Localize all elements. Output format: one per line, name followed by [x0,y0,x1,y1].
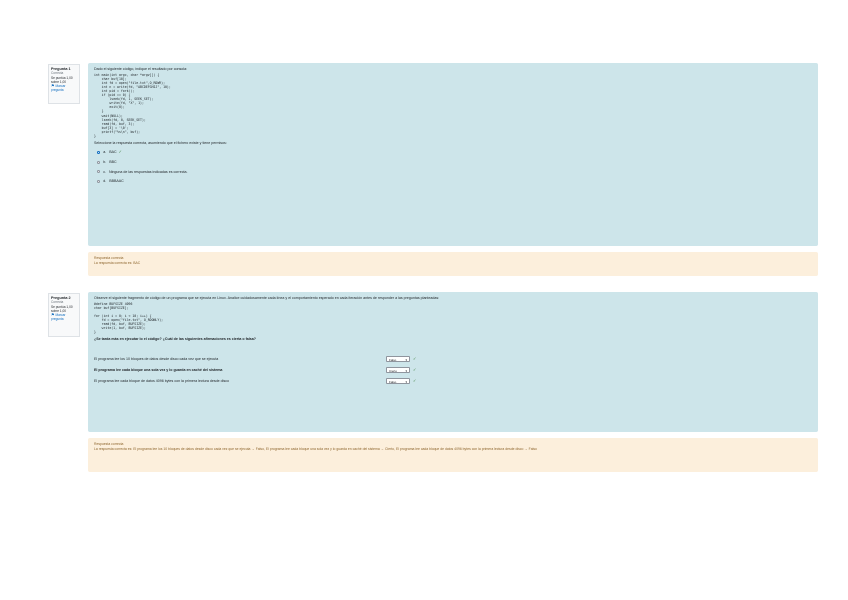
feedback-right-answer: La respuesta correcta es: BAC [94,260,141,265]
correct-check-icon: ✓ [413,367,417,373]
question-2-formulation: Observe el siguiente fragmento de código… [88,292,818,432]
answer-radio[interactable] [97,160,101,164]
question-2-match-rows: El programa lee los 10 bloques de datos … [94,356,812,385]
match-row: El programa lee los 10 bloques de datos … [94,356,812,363]
match-row: El programa lee cada bloque una sola vez… [94,367,812,374]
answer-option[interactable]: a. BAC ✓ [97,150,812,156]
feedback-right-answer: La respuesta correcta es: El programa le… [94,446,537,451]
question-2-info: Pregunta 2 Correcta Se puntúa 1,00 sobre… [48,293,80,337]
answer-text: BBC [109,159,117,164]
match-select[interactable]: Falso ▾ [386,356,410,363]
answer-radio[interactable] [97,170,101,174]
answer-text: BBBAAC [109,179,124,184]
question-2-prompt: ¿Se tarda más en ejecutar lo el código? … [94,337,256,342]
match-statement: El programa lee los 10 bloques de datos … [94,357,219,362]
answer-radio[interactable] [97,179,101,184]
chevron-down-icon: ▾ [405,358,407,363]
question-2-intro: Observe el siguiente fragmento de código… [94,296,440,300]
answer-text: BAC [109,150,117,155]
question-1-feedback: Respuesta correcta La respuesta correcta… [88,252,818,276]
question-1-prompt: Seleccione la respuesta correcta, asumie… [94,141,227,146]
match-select-value: Cierto [389,369,398,374]
question-1-formulation: Dado el siguiente código, indique el res… [88,63,818,246]
question-1-info: Pregunta 1 Correcta Se puntúa 1,00 sobre… [48,64,80,104]
correct-check-icon: ✓ [118,149,123,155]
correct-check-icon: ✓ [413,356,417,362]
match-statement: El programa lee cada bloque una sola vez… [94,368,223,373]
match-select-value: Falso [389,380,397,385]
answer-letter: c. [103,169,106,174]
question-2-code: #define BUFSIZE 4096char buf[BUFSIZE];​f… [94,302,812,335]
match-statement: El programa lee cada bloque de datos 409… [94,379,230,384]
answer-option[interactable]: b. BBC [97,159,812,165]
question-1-code: int main(int argc, char *argv[]) { char … [94,73,812,139]
answer-letter: b. [103,159,107,164]
question-1-answer-options: a. BAC ✓ b. BBC c. Ninguna de las respuestas i… [94,150,812,185]
match-select-value: Falso [389,358,397,363]
flag-question-link[interactable]: ⚑ Marcar pregunta [51,313,77,322]
answer-option[interactable]: d. BBBAAC [97,178,812,184]
match-select[interactable]: Falso ▾ [386,378,410,385]
answer-letter: a. [103,150,107,155]
question-2-feedback: Respuesta correcta La respuesta correcta… [88,438,818,472]
question-1-intro: Dado el siguiente código, indique el res… [94,67,188,71]
answer-radio[interactable] [97,151,101,155]
answer-option[interactable]: c. Ninguna de las respuestas indicadas es… [97,169,812,175]
code-line: } [94,330,96,335]
chevron-down-icon: ▾ [405,369,407,374]
match-select[interactable]: Cierto ▾ [386,367,410,374]
flag-question-link[interactable]: ⚑ Marcar pregunta [51,84,77,93]
answer-text: Ninguna de las respuestas indicadas es c… [108,169,188,174]
match-row: El programa lee cada bloque de datos 409… [94,378,812,385]
code-line: } [94,134,96,138]
chevron-down-icon: ▾ [405,380,407,385]
answer-letter: d. [103,179,107,184]
correct-check-icon: ✓ [413,378,417,384]
